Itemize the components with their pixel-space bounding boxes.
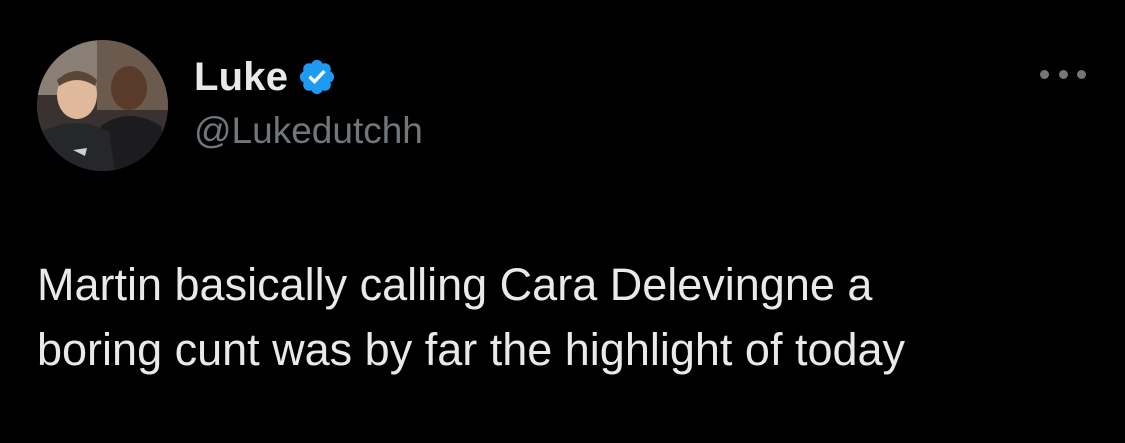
verified-badge-icon [297, 57, 337, 97]
more-dot [1077, 69, 1086, 79]
more-options-icon[interactable] [1040, 62, 1086, 86]
author-handle[interactable]: @Lukedutchh [194, 106, 423, 156]
avatar[interactable] [37, 40, 168, 171]
tweet-text: Martin basically calling Cara Delevingne… [37, 259, 906, 375]
tweet-card: Luke @Lukedutchh Martin basically callin… [0, 0, 1125, 443]
author-display-name[interactable]: Luke [194, 52, 288, 102]
author-name-row: Luke [194, 52, 337, 102]
profile-photo-image [37, 40, 168, 171]
more-dot [1040, 69, 1049, 79]
more-dot [1058, 69, 1068, 79]
